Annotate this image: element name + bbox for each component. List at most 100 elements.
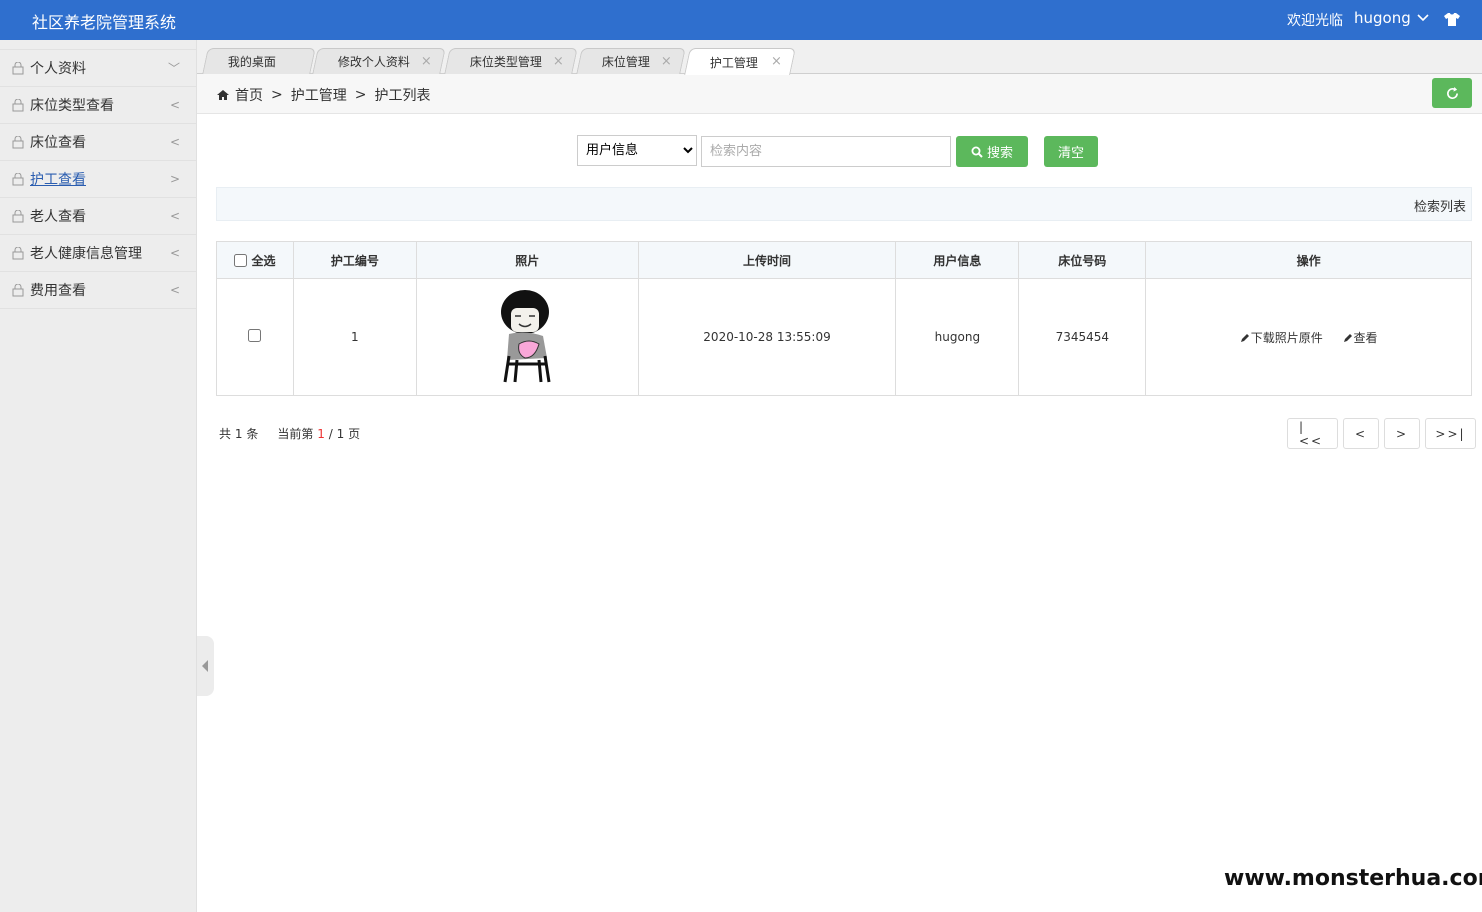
caregiver-photo[interactable] xyxy=(487,286,567,386)
lock-icon xyxy=(12,135,24,148)
sidebar-item-elderly[interactable]: 老人查看 < xyxy=(0,198,196,235)
sidebar-item-label: 床位类型查看 xyxy=(30,98,114,114)
close-icon[interactable]: × xyxy=(421,54,432,69)
breadcrumb-home[interactable]: 首页 xyxy=(235,85,263,105)
header-bed-no[interactable]: 床位号码 xyxy=(1018,241,1147,279)
tab-label: 我的桌面 xyxy=(227,55,276,69)
header-upload-time[interactable]: 上传时间 xyxy=(637,241,897,279)
breadcrumb-level1[interactable]: 护工管理 xyxy=(291,85,347,105)
header-actions: 操作 xyxy=(1145,241,1472,279)
search-button[interactable]: 搜索 xyxy=(956,136,1028,167)
sidebar-item-bed[interactable]: 床位查看 < xyxy=(0,124,196,161)
sidebar-item-profile[interactable]: 个人资料 ﹀ xyxy=(0,49,196,87)
cell-upload-time: 2020-10-28 13:55:09 xyxy=(637,278,897,396)
tab-desktop[interactable]: 我的桌面 xyxy=(202,48,316,74)
sidebar-item-label: 个人资料 xyxy=(30,61,86,77)
tab-label: 床位类型管理 xyxy=(469,55,542,69)
chevron-left-icon: < xyxy=(169,135,180,149)
breadcrumb-level2: 护工列表 xyxy=(374,88,431,104)
sidebar-item-label: 老人健康信息管理 xyxy=(30,246,142,262)
clear-button[interactable]: 清空 xyxy=(1044,136,1098,167)
caregiver-table: 全选 护工编号 照片 上传时间 用户信息 床位号码 操作 1 2020-10-2… xyxy=(216,241,1472,396)
header-id[interactable]: 护工编号 xyxy=(292,241,417,279)
header-photo: 照片 xyxy=(415,241,639,279)
pager-buttons: |<< < > >>| xyxy=(1287,418,1476,449)
header-user-info[interactable]: 用户信息 xyxy=(895,241,1020,279)
cell-id: 1 xyxy=(292,278,417,396)
tab-label: 床位管理 xyxy=(601,55,650,69)
breadcrumb-separator: > xyxy=(271,87,283,103)
tab-caregiver-mgmt[interactable]: 护工管理 × xyxy=(684,48,796,75)
tab-edit-profile[interactable]: 修改个人资料 × xyxy=(312,48,446,74)
breadcrumb: 首页 > 护工管理 > 护工列表 xyxy=(217,85,430,105)
close-icon[interactable]: × xyxy=(553,54,564,69)
tab-bed-mgmt[interactable]: 床位管理 × xyxy=(576,48,686,74)
sidebar-item-fees[interactable]: 费用查看 < xyxy=(0,272,196,309)
sidebar: 个人资料 ﹀ 床位类型查看 < 床位查看 < 护工查看 > 老人查看 < 老人健… xyxy=(0,40,197,912)
app-title: 社区养老院管理系统 xyxy=(32,13,177,32)
sidebar-item-label: 护工查看 xyxy=(30,172,86,188)
breadcrumb-separator: > xyxy=(354,87,367,103)
pencil-icon xyxy=(1343,333,1352,342)
chevron-down-icon: ﹀ xyxy=(167,61,180,76)
tab-label: 修改个人资料 xyxy=(337,55,410,69)
download-photo-link[interactable]: 下载照片原件 xyxy=(1240,331,1327,345)
sidebar-item-health[interactable]: 老人健康信息管理 < xyxy=(0,235,196,272)
select-all-label: 全选 xyxy=(251,253,276,268)
header-select-all: 全选 xyxy=(216,241,294,279)
pager-current-prefix: 当前第 xyxy=(277,427,314,441)
search-field-select[interactable]: 用户信息 xyxy=(577,135,697,166)
refresh-button[interactable] xyxy=(1432,78,1472,108)
pager-info: 共 1 条 当前第 1 / 1 页 xyxy=(219,425,360,442)
cell-photo xyxy=(415,278,639,396)
top-header: 社区养老院管理系统 欢迎光临 hugong xyxy=(0,0,1482,40)
list-title: 检索列表 xyxy=(1413,200,1466,215)
pencil-icon xyxy=(1240,333,1249,342)
lock-icon xyxy=(12,98,24,111)
user-menu[interactable]: hugong xyxy=(1354,9,1429,27)
username: hugong xyxy=(1354,9,1411,27)
lock-icon xyxy=(12,61,24,74)
chevron-right-icon: > xyxy=(169,172,180,186)
next-page-button[interactable]: > xyxy=(1384,418,1420,449)
row-checkbox[interactable] xyxy=(248,329,262,342)
chevron-left-icon: < xyxy=(169,98,180,112)
table-header-row: 全选 护工编号 照片 上传时间 用户信息 床位号码 操作 xyxy=(216,241,1472,279)
view-link[interactable]: 查看 xyxy=(1343,331,1378,345)
sidebar-collapse-handle[interactable] xyxy=(197,636,214,696)
sidebar-item-caregiver[interactable]: 护工查看 > xyxy=(0,161,196,198)
tab-label: 护工管理 xyxy=(709,55,758,70)
cell-actions: 下载照片原件 查看 xyxy=(1145,278,1472,396)
tab-bed-type-mgmt[interactable]: 床位类型管理 × xyxy=(444,48,578,74)
lock-icon xyxy=(12,283,24,296)
cell-user-info: hugong xyxy=(895,278,1020,396)
close-icon[interactable]: × xyxy=(661,54,672,69)
chevron-down-icon xyxy=(1417,14,1429,22)
close-icon[interactable]: × xyxy=(771,54,782,69)
prev-page-button[interactable]: < xyxy=(1343,418,1379,449)
list-title-bar: 检索列表 xyxy=(216,187,1472,221)
search-button-label: 搜索 xyxy=(986,146,1013,161)
select-all-checkbox[interactable] xyxy=(234,253,248,267)
cell-bed-no: 7345454 xyxy=(1018,278,1147,396)
sidebar-item-label: 老人查看 xyxy=(30,209,86,225)
chevron-left-icon: < xyxy=(169,283,180,297)
view-label: 查看 xyxy=(1353,330,1378,345)
pager-total-suffix: 条 xyxy=(246,427,259,441)
lock-icon xyxy=(12,172,24,185)
sidebar-item-bed-type[interactable]: 床位类型查看 < xyxy=(0,87,196,124)
row-select-cell xyxy=(216,278,294,396)
welcome-text: 欢迎光临 xyxy=(1287,13,1343,29)
search-icon xyxy=(971,146,983,158)
first-page-button[interactable]: |<< xyxy=(1287,418,1338,449)
lock-icon xyxy=(12,246,24,259)
pager-slash: / xyxy=(328,427,333,441)
search-input[interactable] xyxy=(701,136,951,167)
last-page-button[interactable]: >>| xyxy=(1425,418,1476,449)
tshirt-icon[interactable] xyxy=(1443,10,1461,28)
lock-icon xyxy=(12,209,24,222)
watermark: www.monsterhua.com xyxy=(1224,866,1482,891)
home-icon xyxy=(217,90,229,100)
table-row: 1 2020-10-28 13:55:09 hugong 7345454 下载照… xyxy=(216,278,1472,396)
pager-total-prefix: 共 xyxy=(219,427,232,441)
